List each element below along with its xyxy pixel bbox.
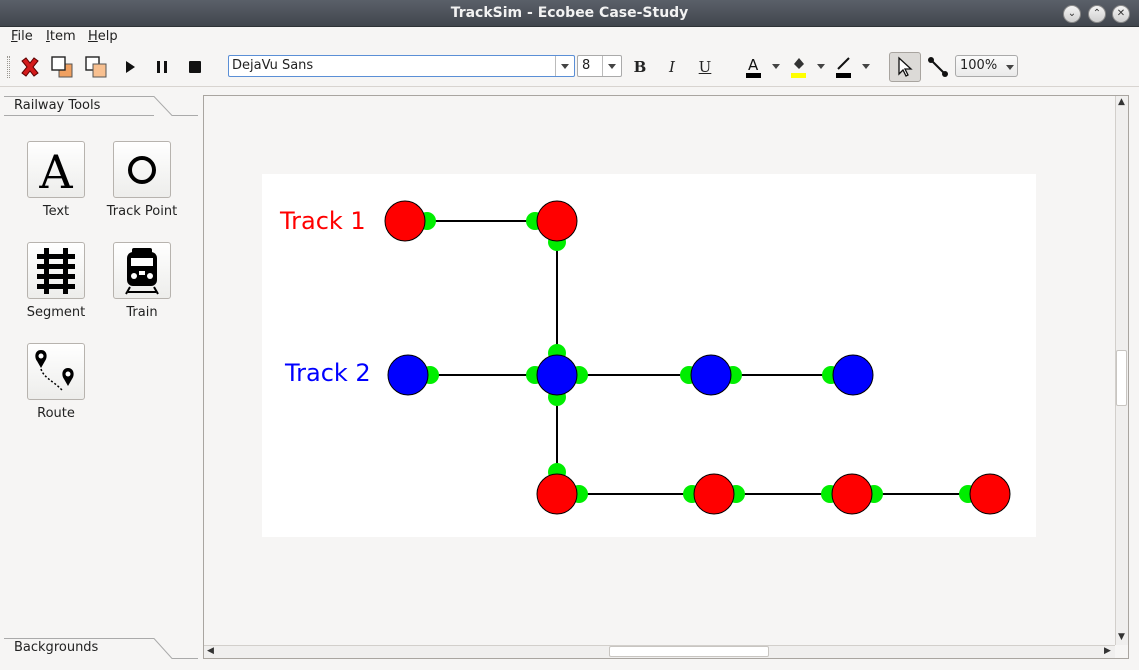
track-point-red xyxy=(831,473,873,515)
bold-button[interactable]: B xyxy=(630,58,650,76)
font-family-select[interactable]: DejaVu Sans xyxy=(228,55,575,77)
play-button[interactable] xyxy=(117,54,143,80)
horizontal-scroll-thumb[interactable] xyxy=(609,646,769,657)
chevron-down-icon[interactable] xyxy=(555,56,574,76)
delete-button[interactable] xyxy=(17,54,43,80)
minimize-icon[interactable]: ⌄ xyxy=(1063,5,1081,23)
backgrounds-tab[interactable]: Backgrounds xyxy=(4,638,198,659)
text-tool-icon: A xyxy=(27,141,85,198)
pause-button[interactable] xyxy=(149,54,175,80)
tool-label: Text xyxy=(42,204,70,219)
font-family-value: DejaVu Sans xyxy=(232,58,314,73)
line-color-dropdown-icon[interactable] xyxy=(862,64,870,69)
send-to-back-icon xyxy=(85,56,107,78)
tool-label: Route xyxy=(37,406,75,421)
menu-help[interactable]: Help xyxy=(88,29,118,44)
svg-text:A: A xyxy=(748,56,759,74)
zoom-select[interactable]: 100% xyxy=(955,55,1018,77)
stop-icon xyxy=(189,61,201,73)
train-icon xyxy=(113,242,171,299)
segment-icon xyxy=(27,242,85,299)
connector-button[interactable] xyxy=(925,54,951,80)
line-color-icon xyxy=(836,57,851,78)
menu-bar: File Item Help xyxy=(0,27,1139,47)
track-diagram[interactable]: Track 1 Track 2 xyxy=(262,174,1036,537)
fill-color-icon xyxy=(791,58,806,78)
toolbar-grip[interactable] xyxy=(7,56,10,78)
tool-text[interactable]: A Text xyxy=(11,141,101,219)
bring-to-front-icon xyxy=(51,56,73,78)
track-point-blue xyxy=(832,354,874,396)
stop-button[interactable] xyxy=(182,54,208,80)
text-color-button[interactable]: A xyxy=(741,54,767,80)
railway-tools-label: Railway Tools xyxy=(14,98,101,113)
route-icon xyxy=(27,343,85,400)
pointer-icon xyxy=(898,56,913,77)
scroll-down-icon[interactable]: ▼ xyxy=(1118,632,1125,642)
send-to-back-button[interactable] xyxy=(83,54,109,80)
connector-icon xyxy=(928,57,948,77)
scroll-right-icon[interactable]: ▶ xyxy=(1104,646,1111,656)
close-icon[interactable]: ✕ xyxy=(1112,5,1130,23)
tool-segment[interactable]: Segment xyxy=(11,242,101,320)
chevron-down-icon[interactable] xyxy=(602,56,621,76)
vertical-scroll-thumb[interactable] xyxy=(1116,350,1127,406)
track-point-red xyxy=(536,200,578,242)
track-point-red xyxy=(384,200,426,242)
railway-tools-tab[interactable]: Railway Tools xyxy=(4,96,198,116)
scroll-left-icon[interactable]: ◀ xyxy=(207,646,214,656)
title-bar: TrackSim - Ecobee Case-Study ⌄ ⌃ ✕ xyxy=(0,0,1139,27)
underline-button[interactable]: U xyxy=(695,58,715,76)
track-point-red xyxy=(969,473,1011,515)
maximize-icon[interactable]: ⌃ xyxy=(1088,5,1106,23)
bring-to-front-button[interactable] xyxy=(49,54,75,80)
backgrounds-label: Backgrounds xyxy=(14,640,99,655)
font-size-select[interactable]: 8 xyxy=(577,55,622,77)
pause-icon xyxy=(157,61,167,73)
font-size-value: 8 xyxy=(582,58,591,73)
fill-color-button[interactable] xyxy=(786,54,812,80)
line-color-button[interactable] xyxy=(831,54,857,80)
svg-text:A: A xyxy=(38,146,73,194)
scroll-up-icon[interactable]: ▲ xyxy=(1118,97,1125,107)
menu-item[interactable]: Item xyxy=(46,29,76,44)
fill-color-dropdown-icon[interactable] xyxy=(817,64,825,69)
delete-icon xyxy=(21,57,39,77)
track-point-blue xyxy=(536,354,578,396)
chevron-down-icon xyxy=(1006,59,1014,74)
tool-label: Segment xyxy=(26,305,86,320)
text-color-dropdown-icon[interactable] xyxy=(772,64,780,69)
tool-train[interactable]: Train xyxy=(97,242,187,320)
play-icon xyxy=(126,61,135,73)
railway-tools-panel: Railway Tools A Text Track Point Segment… xyxy=(0,88,202,670)
menu-file[interactable]: File xyxy=(11,29,33,44)
text-color-icon: A xyxy=(746,56,761,78)
track-point-icon xyxy=(113,141,171,198)
zoom-value: 100% xyxy=(960,58,998,73)
tool-track-point[interactable]: Track Point xyxy=(97,141,187,219)
track-point-blue xyxy=(690,354,732,396)
track-point-red xyxy=(536,473,578,515)
tool-label: Track Point xyxy=(106,204,178,219)
italic-button[interactable]: I xyxy=(662,58,682,76)
track-point-red xyxy=(693,473,735,515)
tool-label: Train xyxy=(126,305,158,320)
track-1-label[interactable]: Track 1 xyxy=(279,207,366,235)
track-point-blue xyxy=(387,354,429,396)
scene-area[interactable]: Track 1 Track 2 xyxy=(262,174,1036,537)
track-2-label[interactable]: Track 2 xyxy=(284,359,371,387)
pointer-button[interactable] xyxy=(889,52,921,82)
tool-route[interactable]: Route xyxy=(11,343,101,421)
window-title: TrackSim - Ecobee Case-Study xyxy=(450,5,689,21)
